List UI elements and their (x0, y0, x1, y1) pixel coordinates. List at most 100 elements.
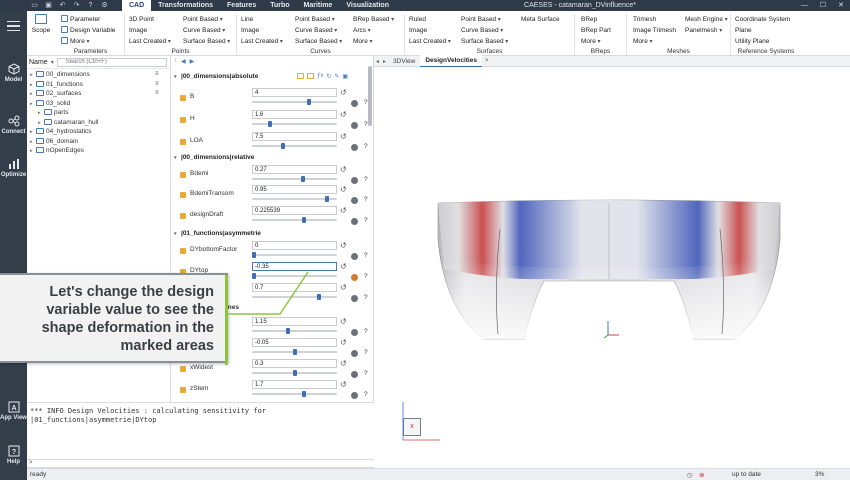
settings-icon[interactable]: ⚙ (100, 1, 109, 10)
list-icon[interactable] (307, 73, 314, 79)
tab-3dview[interactable]: 3DView (388, 56, 420, 67)
help-icon[interactable]: ? (364, 99, 368, 106)
sensitivity-icon[interactable] (351, 371, 358, 378)
value-slider-thumb[interactable] (300, 176, 305, 182)
value-slider-track[interactable] (252, 393, 337, 395)
sensitivity-icon[interactable] (351, 122, 358, 129)
variable-value-input[interactable]: 7.5 (252, 132, 337, 141)
tab-cad[interactable]: CAD (122, 0, 152, 11)
open-icon[interactable]: ▭ (30, 1, 39, 10)
surface-image-button[interactable]: Image (409, 26, 427, 35)
curve-curve-based-button[interactable]: Curve Based (295, 26, 337, 35)
refresh-icon[interactable]: ↻ (326, 73, 331, 80)
viewport-forward-icon[interactable]: ▸ (381, 58, 388, 65)
help-icon[interactable]: ? (364, 328, 368, 335)
reset-icon[interactable]: ↺ (340, 359, 347, 368)
curve-last-created-button[interactable]: Last Created (241, 37, 283, 46)
reset-icon[interactable]: ↺ (340, 110, 347, 119)
ruled-button[interactable]: Ruled (409, 15, 426, 24)
brep-button[interactable]: BRep (581, 15, 597, 24)
reset-icon[interactable]: ↺ (340, 165, 347, 174)
value-slider-thumb[interactable] (252, 252, 256, 258)
sensitivity-icon[interactable] (351, 253, 358, 260)
value-slider-thumb[interactable] (292, 349, 297, 355)
help-icon[interactable]: ? (364, 273, 368, 280)
property-section-header[interactable]: ▾ |01_functions|asymmetrie (174, 228, 364, 239)
back-icon[interactable]: ◀ (181, 58, 186, 66)
value-slider-thumb[interactable] (324, 196, 329, 202)
tree-item[interactable]: ▸ 03_solid (27, 99, 171, 109)
value-slider-track[interactable] (252, 330, 337, 332)
value-slider-thumb[interactable] (292, 370, 297, 376)
reset-icon[interactable]: ↺ (340, 283, 347, 292)
variable-value-input[interactable]: -0.05 (252, 338, 337, 347)
reset-icon[interactable]: ↺ (340, 380, 347, 389)
menu-icon[interactable] (7, 21, 20, 31)
tab-turbo[interactable]: Turbo (263, 0, 296, 11)
sensitivity-icon[interactable] (351, 144, 358, 151)
reset-icon[interactable]: ↺ (340, 206, 347, 215)
variable-value-input[interactable]: 0.225539 (252, 206, 337, 215)
parameters-more-button[interactable]: More (61, 37, 90, 46)
image-trimesh-button[interactable]: Image Trimesh (633, 26, 676, 35)
collapse-arrow-icon[interactable]: ▾ (174, 72, 181, 83)
tree-search-input[interactable] (56, 57, 167, 67)
value-slider-track[interactable] (252, 123, 337, 125)
reset-icon[interactable]: ↺ (340, 241, 347, 250)
settings-toggle-icon[interactable]: ≡ (155, 71, 162, 78)
line-button[interactable]: Line (241, 15, 253, 24)
tab-maritime[interactable]: Maritime (297, 0, 340, 11)
variable-value-input[interactable]: 1.6 (252, 110, 337, 119)
sensitivity-icon[interactable] (351, 218, 358, 225)
value-slider-track[interactable] (252, 254, 337, 256)
value-slider-thumb[interactable] (302, 217, 307, 223)
minimize-icon[interactable]: — (801, 0, 808, 11)
value-slider-thumb[interactable] (286, 328, 291, 334)
value-slider-thumb[interactable] (281, 143, 286, 149)
help-icon[interactable]: ? (364, 370, 368, 377)
help-icon[interactable]: ? (364, 121, 368, 128)
mesh-engine-button[interactable]: Mesh Engine (685, 15, 728, 24)
value-slider-track[interactable] (252, 178, 337, 180)
redo-icon[interactable]: ↷ (72, 1, 81, 10)
tree-item[interactable]: ▸ 01_functions ≡ (27, 80, 171, 90)
close-icon[interactable]: ✕ (838, 0, 844, 11)
trimesh-button[interactable]: Trimesh (633, 15, 656, 24)
3d-viewport[interactable]: x (374, 67, 850, 468)
value-slider-track[interactable] (252, 145, 337, 147)
value-slider-track[interactable] (252, 219, 337, 221)
activity-model[interactable]: Model (0, 63, 27, 83)
view-icon[interactable]: ▣ (342, 73, 348, 80)
value-slider-track[interactable] (252, 101, 337, 103)
activity-connect[interactable]: Connect (0, 115, 27, 135)
breps-more-button[interactable]: More (581, 37, 601, 46)
help-icon[interactable]: ? (364, 252, 368, 259)
help-icon[interactable]: ? (364, 176, 368, 183)
up-arrow-icon[interactable]: ↑ (174, 58, 177, 66)
sensitivity-icon[interactable] (351, 197, 358, 204)
command-line-input[interactable]: > (27, 459, 374, 468)
help-icon[interactable]: ? (364, 391, 368, 398)
function-icon[interactable]: ƒx (317, 73, 323, 80)
variable-value-input[interactable]: 0.27 (252, 165, 337, 174)
coordinate-system-button[interactable]: Coordinate System (735, 15, 790, 24)
reset-icon[interactable]: ↺ (340, 132, 347, 141)
tree-item[interactable]: ▸ 06_domain (27, 137, 171, 147)
variable-value-input[interactable]: 0.3 (252, 359, 337, 368)
edit-icon[interactable]: ✎ (334, 73, 339, 80)
curve-surface-based-button[interactable]: Surface Based (295, 37, 342, 46)
activity-help[interactable]: ? Help (0, 445, 27, 465)
sensitivity-icon[interactable] (351, 100, 358, 107)
scope-button[interactable]: Scope (31, 14, 51, 34)
point-based-button[interactable]: Point Based (183, 15, 223, 24)
design-variable-button[interactable]: Design Variable (61, 26, 115, 35)
curve-image-button[interactable]: Image (241, 26, 259, 35)
surface-surface-based-button[interactable]: Surface Based (461, 37, 508, 46)
tab-design-velocities[interactable]: DesignVelocities (420, 54, 482, 68)
save-icon[interactable]: ▣ (44, 1, 53, 10)
activity-optimize[interactable]: Optimize (0, 158, 27, 178)
arcs-button[interactable]: Arcs (353, 26, 371, 35)
tab-features[interactable]: Features (220, 0, 263, 11)
brep-part-button[interactable]: BRep Part (581, 26, 611, 35)
collapse-arrow-icon[interactable]: ▾ (174, 229, 181, 240)
